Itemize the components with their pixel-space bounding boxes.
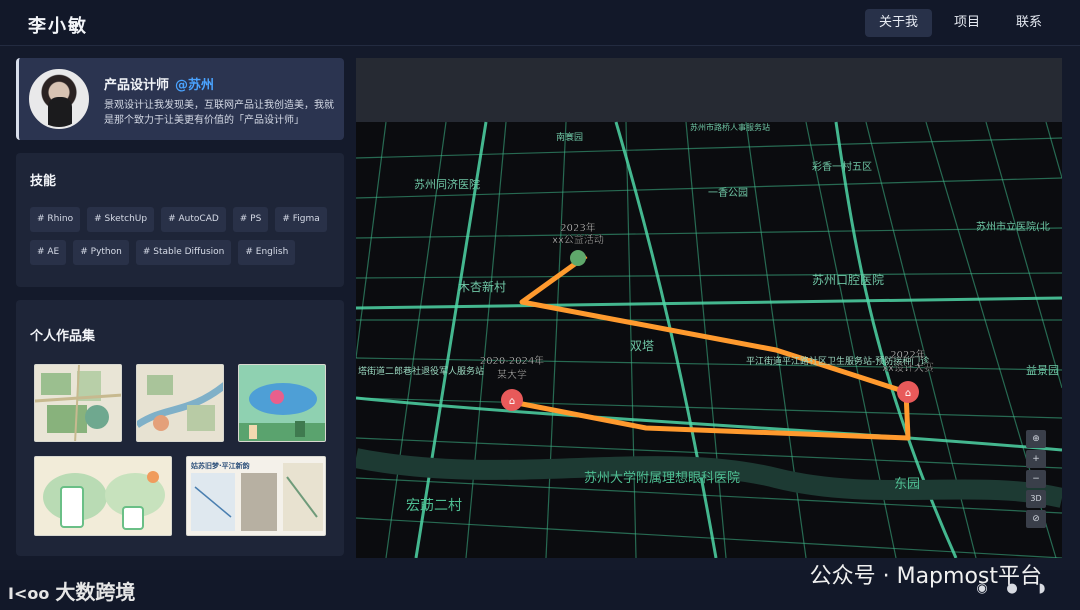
route-map[interactable]: 苏州同济医院 木杏新村 双塔 苏州口腔医院 彩香一村五区 苏州市立医院(北 平江… <box>356 58 1062 558</box>
header: 李小敏 关于我 项目 联系 <box>0 0 1080 46</box>
portfolio-grid: 姑苏旧梦·平江新韵 <box>34 364 330 544</box>
brand-name: 大数跨境 <box>55 580 136 604</box>
map-locate-control[interactable]: ⊕ <box>1026 430 1046 448</box>
profile-description: 景观设计让我发现美，互联网产品让我创造美，我就是那个致力于让美更有价值的「产品设… <box>104 100 334 126</box>
portfolio-thumb-app-ui[interactable] <box>34 456 172 536</box>
map-label: 苏州市立医院(北 <box>976 220 1050 233</box>
svg-text:⌂: ⌂ <box>509 396 515 407</box>
portfolio-thumb-illustration[interactable] <box>238 364 326 442</box>
portfolio-panel: 个人作品集 姑苏旧梦·平江新韵 <box>16 300 344 556</box>
portfolio-title: 个人作品集 <box>30 329 96 344</box>
marker-year: 2023年 <box>560 221 595 234</box>
top-nav: 关于我 项目 联系 <box>864 9 1056 37</box>
marker-year: 2020-2024年 <box>480 354 545 367</box>
skill-tag[interactable]: # Figma <box>275 207 327 232</box>
map-label: 双塔 <box>630 339 654 353</box>
skill-tag[interactable]: # AutoCAD <box>161 207 226 232</box>
profile-card: 产品设计师 @苏州 景观设计让我发现美，互联网产品让我创造美，我就是那个致力于让美… <box>16 58 344 140</box>
marker-year: 2022年 <box>890 348 925 361</box>
footer: I<oo 大数跨境 公众号 · Mapmost平台 ◉ ● ◗ <box>0 564 1080 610</box>
skills-panel: 技能 # Rhino # SketchUp # AutoCAD # PS # F… <box>16 153 344 287</box>
marker-name: xx设计大赛 <box>882 361 934 374</box>
map-label: 益景园 <box>1026 363 1059 377</box>
map-canvas[interactable]: 苏州同济医院 木杏新村 双塔 苏州口腔医院 彩香一村五区 苏州市立医院(北 平江… <box>356 58 1062 558</box>
wechat-icon[interactable]: ◉ <box>974 581 990 597</box>
footer-icons: ◉ ● ◗ <box>974 581 1050 597</box>
nav-projects[interactable]: 项目 <box>940 9 994 37</box>
map-label: 木杏新村 <box>458 279 506 294</box>
marker-name: xx公益活动 <box>552 233 604 246</box>
skill-tags: # Rhino # SketchUp # AutoCAD # PS # Figm… <box>30 207 330 265</box>
map-label: 苏州口腔医院 <box>812 272 884 287</box>
skill-tag[interactable]: # Rhino <box>30 207 81 232</box>
map-label: 彩香一村五区 <box>812 160 872 173</box>
nav-about[interactable]: 关于我 <box>864 9 932 37</box>
map-zoom-out-control[interactable]: − <box>1026 470 1046 488</box>
nav-contact[interactable]: 联系 <box>1002 9 1056 37</box>
portfolio-thumb-booklet[interactable]: 姑苏旧梦·平江新韵 <box>186 456 326 536</box>
profile-role: 产品设计师 <box>104 78 170 93</box>
brand-watermark: I<oo 大数跨境 <box>8 576 135 605</box>
brand-mark: I<oo <box>8 584 50 603</box>
map-zoom-in-control[interactable]: + <box>1026 450 1046 468</box>
rss-icon[interactable]: ◗ <box>1034 581 1050 597</box>
map-label: 苏州同济医院 <box>414 177 480 191</box>
profile-city[interactable]: @苏州 <box>175 78 214 93</box>
map-compass-control[interactable]: ⊘ <box>1026 510 1046 528</box>
github-icon[interactable]: ● <box>1004 581 1020 597</box>
skill-tag[interactable]: # English <box>238 240 296 265</box>
map-label: 苏州市路桥人事服务站 <box>690 122 770 132</box>
map-label: 塔街道二郎巷社退役军人服务站 <box>358 365 484 377</box>
map-label: 东园 <box>894 477 920 492</box>
skill-tag[interactable]: # PS <box>232 207 269 232</box>
map-3d-control[interactable]: 3D <box>1026 490 1046 508</box>
map-label: 苏州大学附属理想眼科医院 <box>584 470 740 486</box>
skills-title: 技能 <box>30 174 57 189</box>
skill-tag[interactable]: # AE <box>30 240 67 265</box>
skill-tag[interactable]: # Stable Diffusion <box>135 240 232 265</box>
marker-name: 某大学 <box>497 368 527 381</box>
portfolio-thumb-site-plan[interactable] <box>34 364 122 442</box>
portfolio-thumb-masterplan[interactable] <box>136 364 224 442</box>
map-label: 南寰园 <box>556 131 583 143</box>
skill-tag[interactable]: # SketchUp <box>87 207 155 232</box>
map-label: 一香公园 <box>708 187 748 199</box>
avatar <box>29 69 89 129</box>
svg-text:⌂: ⌂ <box>905 388 911 399</box>
skill-tag[interactable]: # Python <box>73 240 129 265</box>
site-logo[interactable]: 李小敏 <box>28 12 88 38</box>
profile-title: 产品设计师 @苏州 <box>104 74 214 93</box>
map-label: 宏莇二村 <box>406 498 462 514</box>
